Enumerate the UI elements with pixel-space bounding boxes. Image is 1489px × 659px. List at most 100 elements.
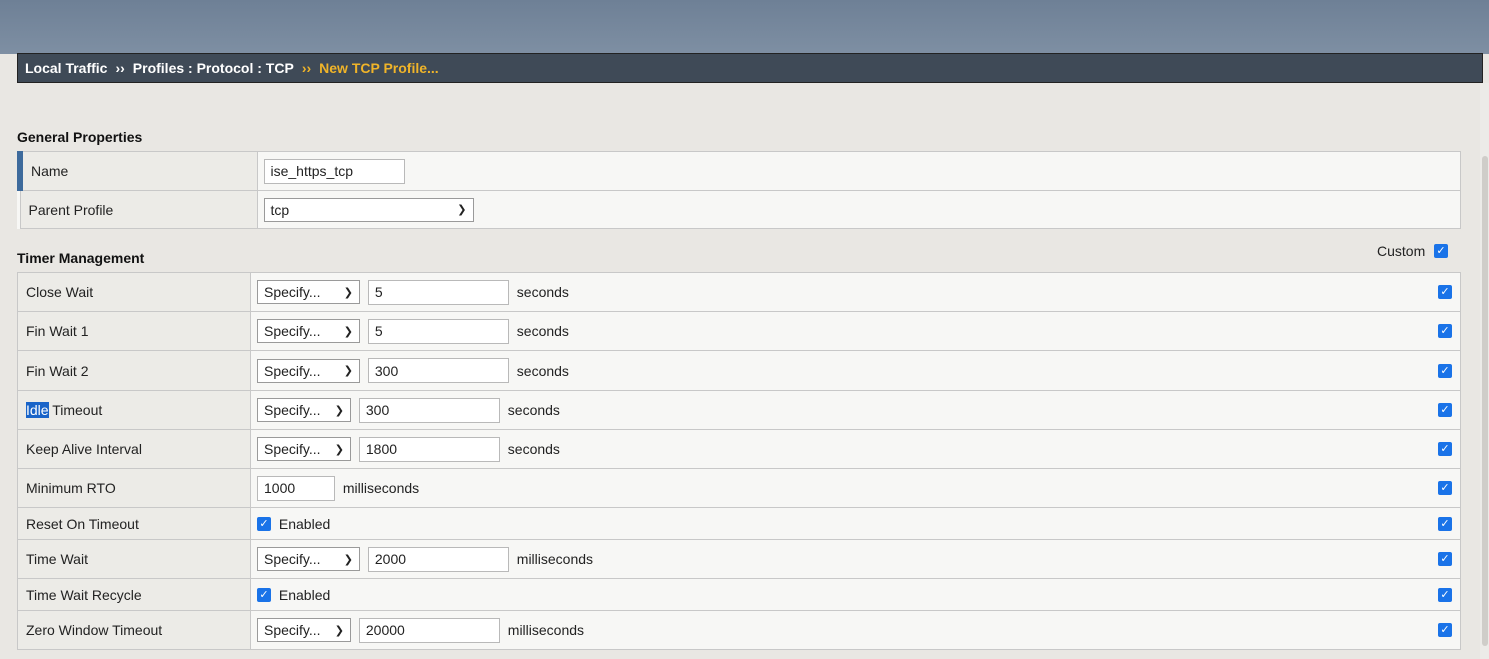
breadcrumb-current: New TCP Profile...	[319, 60, 439, 76]
top-banner	[0, 0, 1489, 54]
fin-wait-1-mode-value: Specify...	[264, 323, 321, 339]
keep-alive-interval-custom-checkbox[interactable]: ✓	[1438, 442, 1452, 456]
time-wait-recycle-row: Time Wait Recycle ✓ Enabled ✓	[17, 578, 1461, 611]
zero-window-timeout-unit: milliseconds	[507, 622, 585, 638]
idle-timeout-unit: seconds	[507, 402, 560, 418]
zero-window-timeout-mode-value: Specify...	[264, 622, 321, 638]
minimum-rto-unit: milliseconds	[342, 480, 420, 496]
fin-wait-1-unit: seconds	[516, 323, 569, 339]
close-wait-custom-checkbox[interactable]: ✓	[1438, 285, 1452, 299]
fin-wait-2-mode-select[interactable]: Specify... ❯	[257, 358, 360, 383]
breadcrumb-separator: ››	[115, 60, 125, 76]
reset-on-timeout-enabled-label: Enabled	[278, 516, 331, 533]
checkmark-icon: ✓	[1440, 286, 1450, 298]
time-wait-label: Time Wait	[17, 539, 251, 579]
zero-window-timeout-row: Zero Window Timeout Specify... ❯ millise…	[17, 610, 1461, 650]
keep-alive-interval-mode-select[interactable]: Specify... ❯	[257, 437, 351, 461]
idle-timeout-row: Idle Timeout Specify... ❯ seconds ✓	[17, 390, 1461, 430]
checkmark-icon: ✓	[1440, 364, 1450, 377]
time-wait-mode-select[interactable]: Specify... ❯	[257, 547, 360, 571]
checkmark-icon: ✓	[1440, 443, 1450, 455]
zero-window-timeout-mode-select[interactable]: Specify... ❯	[257, 618, 351, 642]
keep-alive-interval-input[interactable]	[358, 436, 500, 462]
idle-timeout-label-highlight: Idle	[26, 402, 49, 418]
checkmark-icon: ✓	[1440, 325, 1450, 337]
time-wait-recycle-checkbox[interactable]: ✓	[257, 588, 271, 603]
breadcrumb: Local Traffic ›› Profiles : Protocol : T…	[17, 53, 1483, 83]
fin-wait-1-label: Fin Wait 1	[17, 311, 251, 351]
general-properties-table: Name Parent Profile tcp ❯	[17, 151, 1461, 229]
chevron-down-icon: ❯	[457, 204, 467, 216]
breadcrumb-separator: ››	[301, 60, 312, 76]
general-properties-title: General Properties	[17, 129, 143, 145]
zero-window-timeout-custom-checkbox[interactable]: ✓	[1438, 623, 1452, 637]
time-wait-input[interactable]	[367, 546, 509, 572]
reset-on-timeout-checkbox[interactable]: ✓	[257, 517, 271, 532]
time-wait-recycle-custom-checkbox[interactable]: ✓	[1438, 587, 1452, 602]
fin-wait-2-input[interactable]	[367, 358, 509, 383]
idle-timeout-input[interactable]	[358, 397, 500, 423]
fin-wait-2-label: Fin Wait 2	[17, 350, 251, 391]
checkmark-icon: ✓	[1440, 588, 1450, 601]
breadcrumb-local-traffic[interactable]: Local Traffic	[25, 60, 107, 76]
close-wait-label: Close Wait	[17, 272, 251, 312]
fin-wait-1-mode-select[interactable]: Specify... ❯	[257, 319, 360, 343]
idle-timeout-mode-value: Specify...	[264, 402, 321, 418]
name-input[interactable]	[263, 158, 405, 184]
chevron-down-icon: ❯	[343, 325, 353, 338]
close-wait-mode-value: Specify...	[264, 284, 321, 300]
fin-wait-2-row: Fin Wait 2 Specify... ❯ seconds ✓	[17, 350, 1461, 391]
fin-wait-2-custom-checkbox[interactable]: ✓	[1438, 363, 1452, 378]
minimum-rto-row: Minimum RTO milliseconds ✓	[17, 468, 1461, 508]
checkmark-icon: ✓	[1440, 404, 1450, 416]
checkmark-icon: ✓	[1436, 245, 1446, 257]
keep-alive-interval-label: Keep Alive Interval	[17, 429, 251, 469]
chevron-down-icon: ❯	[334, 404, 344, 417]
time-wait-unit: milliseconds	[516, 551, 594, 567]
keep-alive-interval-mode-value: Specify...	[264, 441, 321, 457]
keep-alive-interval-unit: seconds	[507, 441, 560, 457]
fin-wait-1-input[interactable]	[367, 318, 509, 344]
chevron-down-icon: ❯	[343, 286, 353, 299]
zero-window-timeout-label: Zero Window Timeout	[17, 610, 251, 650]
name-label: Name	[17, 151, 258, 191]
minimum-rto-input[interactable]	[257, 475, 335, 501]
name-row: Name	[17, 151, 1461, 191]
parent-profile-select[interactable]: tcp ❯	[263, 197, 474, 222]
timer-management-title: Timer Management	[17, 250, 145, 266]
reset-on-timeout-row: Reset On Timeout ✓ Enabled ✓	[17, 507, 1461, 540]
close-wait-input[interactable]	[367, 279, 509, 305]
minimum-rto-label: Minimum RTO	[17, 468, 251, 508]
checkmark-icon: ✓	[1440, 624, 1450, 636]
custom-checkbox-all[interactable]: ✓	[1434, 244, 1448, 258]
close-wait-mode-select[interactable]: Specify... ❯	[257, 280, 360, 304]
checkmark-icon: ✓	[1440, 482, 1450, 494]
custom-label: Custom	[1377, 243, 1426, 259]
fin-wait-2-mode-value: Specify...	[264, 362, 321, 379]
chevron-down-icon: ❯	[334, 443, 344, 456]
idle-timeout-mode-select[interactable]: Specify... ❯	[257, 398, 351, 422]
idle-timeout-label: Idle Timeout	[17, 390, 251, 430]
fin-wait-1-row: Fin Wait 1 Specify... ❯ seconds ✓	[17, 311, 1461, 351]
reset-on-timeout-custom-checkbox[interactable]: ✓	[1438, 516, 1452, 531]
reset-on-timeout-label: Reset On Timeout	[17, 507, 251, 540]
time-wait-custom-checkbox[interactable]: ✓	[1438, 552, 1452, 566]
zero-window-timeout-input[interactable]	[358, 617, 500, 643]
fin-wait-2-unit: seconds	[516, 362, 569, 379]
scrollbar-thumb[interactable]	[1482, 156, 1488, 646]
time-wait-row: Time Wait Specify... ❯ milliseconds ✓	[17, 539, 1461, 579]
checkmark-icon: ✓	[1440, 553, 1450, 565]
minimum-rto-custom-checkbox[interactable]: ✓	[1438, 481, 1452, 495]
idle-timeout-custom-checkbox[interactable]: ✓	[1438, 403, 1452, 417]
idle-timeout-label-rest: Timeout	[48, 402, 103, 418]
parent-profile-label: Parent Profile	[19, 190, 258, 229]
fin-wait-1-custom-checkbox[interactable]: ✓	[1438, 324, 1452, 338]
chevron-down-icon: ❯	[343, 553, 353, 566]
checkmark-icon: ✓	[259, 518, 269, 531]
parent-profile-value: tcp	[270, 201, 290, 218]
chevron-down-icon: ❯	[334, 624, 344, 637]
breadcrumb-profiles-tcp[interactable]: Profiles : Protocol : TCP	[133, 60, 294, 76]
time-wait-recycle-label: Time Wait Recycle	[17, 578, 251, 611]
parent-profile-row: Parent Profile tcp ❯	[19, 190, 1461, 229]
checkmark-icon: ✓	[1440, 517, 1450, 530]
